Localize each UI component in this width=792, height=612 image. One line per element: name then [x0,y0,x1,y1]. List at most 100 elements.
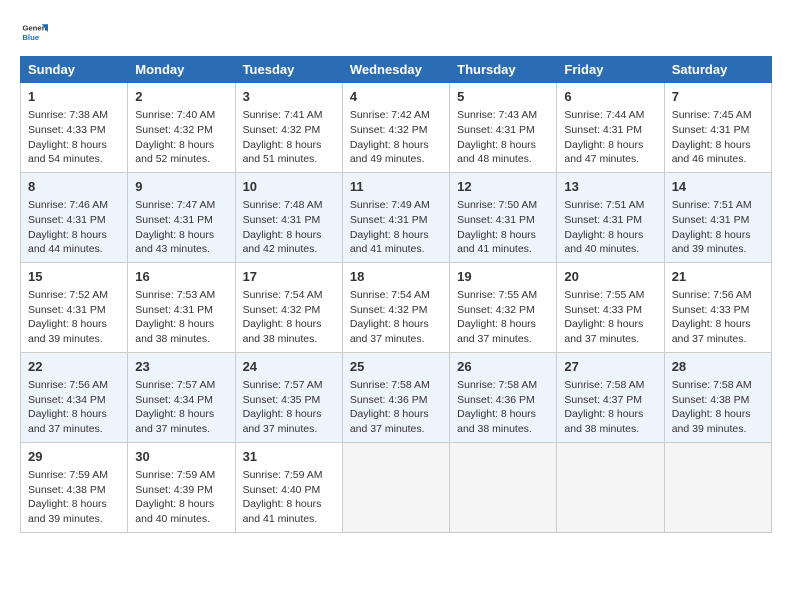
day-info: Daylight: 8 hours and 37 minutes. [350,317,442,346]
calendar-cell: 4 Sunrise: 7:42 AMSunset: 4:32 PMDaylight… [342,83,449,173]
day-info: Sunset: 4:32 PM [243,303,335,318]
day-info: Sunset: 4:32 PM [457,303,549,318]
day-info: Sunrise: 7:49 AM [350,198,442,213]
day-info: Sunset: 4:31 PM [564,123,656,138]
day-number: 28 [672,358,764,376]
day-info: Sunset: 4:37 PM [564,393,656,408]
calendar-cell: 18 Sunrise: 7:54 AMSunset: 4:32 PMDayligh… [342,262,449,352]
day-number: 4 [350,88,442,106]
day-info: Sunset: 4:38 PM [672,393,764,408]
day-number: 15 [28,268,120,286]
day-info: Sunrise: 7:51 AM [672,198,764,213]
logo-icon: General Blue [20,18,48,46]
day-number: 2 [135,88,227,106]
day-info: Daylight: 8 hours and 40 minutes. [135,497,227,526]
day-info: Sunset: 4:38 PM [28,483,120,498]
day-info: Sunrise: 7:43 AM [457,108,549,123]
calendar-cell: 22Sunrise: 7:56 AMSunset: 4:34 PMDayligh… [21,352,128,442]
day-info: Sunset: 4:31 PM [28,303,120,318]
day-info: Daylight: 8 hours and 39 minutes. [28,317,120,346]
day-number: 18 [350,268,442,286]
calendar-cell: 28Sunrise: 7:58 AMSunset: 4:38 PMDayligh… [664,352,771,442]
calendar-cell: 1 Sunrise: 7:38 AMSunset: 4:33 PMDaylight… [21,83,128,173]
day-number: 1 [28,88,120,106]
logo: General Blue [20,18,48,46]
calendar-cell: 31Sunrise: 7:59 AMSunset: 4:40 PMDayligh… [235,442,342,532]
day-info: Daylight: 8 hours and 54 minutes. [28,138,120,167]
day-info: Sunrise: 7:42 AM [350,108,442,123]
day-header-sunday: Sunday [21,57,128,83]
day-info: Sunrise: 7:56 AM [28,378,120,393]
day-info: Daylight: 8 hours and 37 minutes. [672,317,764,346]
day-number: 22 [28,358,120,376]
calendar-cell [664,442,771,532]
day-info: Daylight: 8 hours and 41 minutes. [457,228,549,257]
day-number: 12 [457,178,549,196]
day-number: 27 [564,358,656,376]
calendar-cell: 15Sunrise: 7:52 AMSunset: 4:31 PMDayligh… [21,262,128,352]
calendar-cell: 6Sunrise: 7:44 AMSunset: 4:31 PMDaylight… [557,83,664,173]
day-info: Sunrise: 7:38 AM [28,108,120,123]
day-info: Sunrise: 7:50 AM [457,198,549,213]
day-info: Sunset: 4:32 PM [243,123,335,138]
calendar-table: SundayMondayTuesdayWednesdayThursdayFrid… [20,56,772,533]
day-info: Daylight: 8 hours and 48 minutes. [457,138,549,167]
day-info: Sunrise: 7:54 AM [243,288,335,303]
calendar-week-row: 15Sunrise: 7:52 AMSunset: 4:31 PMDayligh… [21,262,772,352]
day-info: Sunset: 4:33 PM [564,303,656,318]
header: General Blue [20,18,772,46]
day-info: Daylight: 8 hours and 49 minutes. [350,138,442,167]
day-info: Sunrise: 7:51 AM [564,198,656,213]
day-info: Sunset: 4:36 PM [457,393,549,408]
day-info: Sunset: 4:32 PM [350,123,442,138]
calendar-cell: 5Sunrise: 7:43 AMSunset: 4:31 PMDaylight… [450,83,557,173]
day-number: 6 [564,88,656,106]
day-info: Sunset: 4:32 PM [350,303,442,318]
calendar-week-row: 29Sunrise: 7:59 AMSunset: 4:38 PMDayligh… [21,442,772,532]
calendar-cell: 12Sunrise: 7:50 AMSunset: 4:31 PMDayligh… [450,172,557,262]
day-info: Daylight: 8 hours and 41 minutes. [350,228,442,257]
day-info: Sunset: 4:39 PM [135,483,227,498]
day-info: Sunrise: 7:47 AM [135,198,227,213]
day-info: Daylight: 8 hours and 39 minutes. [672,228,764,257]
day-number: 5 [457,88,549,106]
day-info: Daylight: 8 hours and 40 minutes. [564,228,656,257]
day-info: Sunset: 4:40 PM [243,483,335,498]
calendar-cell: 27Sunrise: 7:58 AMSunset: 4:37 PMDayligh… [557,352,664,442]
day-info: Daylight: 8 hours and 38 minutes. [135,317,227,346]
day-number: 9 [135,178,227,196]
svg-text:Blue: Blue [22,33,40,42]
calendar-cell: 23Sunrise: 7:57 AMSunset: 4:34 PMDayligh… [128,352,235,442]
day-info: Daylight: 8 hours and 37 minutes. [135,407,227,436]
calendar-cell: 14Sunrise: 7:51 AMSunset: 4:31 PMDayligh… [664,172,771,262]
day-info: Sunset: 4:34 PM [135,393,227,408]
day-header-friday: Friday [557,57,664,83]
day-number: 30 [135,448,227,466]
calendar-cell: 29Sunrise: 7:59 AMSunset: 4:38 PMDayligh… [21,442,128,532]
calendar-cell: 26Sunrise: 7:58 AMSunset: 4:36 PMDayligh… [450,352,557,442]
day-info: Sunset: 4:31 PM [672,213,764,228]
day-info: Sunset: 4:33 PM [28,123,120,138]
calendar-cell: 11Sunrise: 7:49 AMSunset: 4:31 PMDayligh… [342,172,449,262]
day-number: 26 [457,358,549,376]
calendar-cell [342,442,449,532]
day-info: Sunset: 4:31 PM [28,213,120,228]
day-info: Sunrise: 7:45 AM [672,108,764,123]
day-info: Sunset: 4:35 PM [243,393,335,408]
day-info: Daylight: 8 hours and 37 minutes. [350,407,442,436]
calendar-cell: 7Sunrise: 7:45 AMSunset: 4:31 PMDaylight… [664,83,771,173]
day-number: 7 [672,88,764,106]
calendar-cell: 17Sunrise: 7:54 AMSunset: 4:32 PMDayligh… [235,262,342,352]
calendar-cell: 10Sunrise: 7:48 AMSunset: 4:31 PMDayligh… [235,172,342,262]
day-info: Daylight: 8 hours and 42 minutes. [243,228,335,257]
day-info: Daylight: 8 hours and 37 minutes. [243,407,335,436]
day-number: 16 [135,268,227,286]
day-info: Sunset: 4:31 PM [135,303,227,318]
day-info: Sunrise: 7:57 AM [243,378,335,393]
day-info: Sunrise: 7:54 AM [350,288,442,303]
calendar-cell: 8Sunrise: 7:46 AMSunset: 4:31 PMDaylight… [21,172,128,262]
day-info: Sunrise: 7:46 AM [28,198,120,213]
day-info: Daylight: 8 hours and 38 minutes. [243,317,335,346]
day-info: Sunrise: 7:55 AM [457,288,549,303]
day-info: Daylight: 8 hours and 41 minutes. [243,497,335,526]
